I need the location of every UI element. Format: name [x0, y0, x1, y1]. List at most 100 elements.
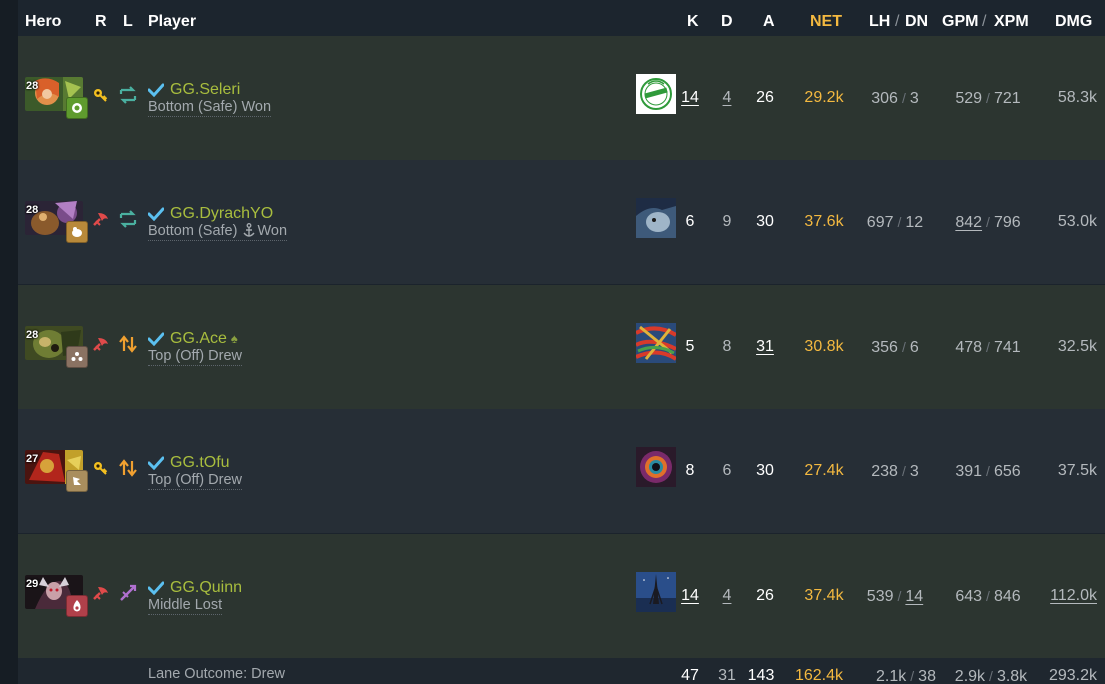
- slash: /: [986, 463, 990, 479]
- mid-lane-icon: [118, 584, 138, 602]
- lane-outcome: Top (Off) Drew: [148, 472, 243, 490]
- player-name-link[interactable]: GG.Ace ♠: [147, 330, 238, 348]
- player-avatar[interactable]: [636, 447, 676, 487]
- player-row: 28 GG.Seleri Bottom (Safe) Won 14 4 26 2…: [18, 36, 1105, 160]
- slash: /: [989, 668, 993, 684]
- player-name[interactable]: GG.tOfu: [170, 454, 230, 472]
- scoreboard-table: Hero R L Player K D A NET LH / DN GPM / …: [18, 0, 1105, 684]
- off-lane-icon: [118, 459, 138, 477]
- player-row: 28 GG.Ace ♠ Top (Off) Drew 5 8 31 30.8k …: [18, 285, 1105, 409]
- header-player[interactable]: Player: [148, 12, 196, 32]
- player-avatar[interactable]: [636, 572, 676, 612]
- safe-lane-icon: [118, 210, 138, 228]
- header-assists[interactable]: A: [763, 12, 775, 32]
- xpm: 796: [993, 214, 1021, 231]
- core-key-icon: [92, 460, 108, 476]
- header-dn[interactable]: DN: [905, 12, 928, 32]
- verified-icon: [147, 456, 165, 471]
- last-hits: 539: [866, 588, 894, 605]
- header-xpm[interactable]: XPM: [994, 12, 1029, 32]
- verified-icon: [147, 581, 165, 596]
- header-lane[interactable]: L: [123, 12, 133, 32]
- assists: 26: [756, 587, 774, 604]
- facet-brown-icon[interactable]: [66, 346, 88, 368]
- header-role[interactable]: R: [95, 12, 107, 32]
- lh-dn: 697/12: [860, 212, 930, 233]
- gpm[interactable]: 842: [955, 214, 982, 231]
- player-name-link[interactable]: GG.DyrachYO: [147, 205, 277, 223]
- total-dn: 38: [918, 668, 936, 684]
- slash: /: [901, 90, 906, 106]
- hero-level: 27: [26, 453, 39, 465]
- player-name[interactable]: GG.Seleri: [170, 81, 240, 99]
- total-deaths: 31: [718, 667, 736, 684]
- lane-result: Won: [257, 223, 288, 239]
- xpm: 741: [993, 339, 1021, 356]
- assists[interactable]: 31: [747, 337, 783, 357]
- header-kills[interactable]: K: [687, 12, 699, 32]
- denies[interactable]: 14: [905, 588, 923, 605]
- slash: /: [901, 463, 906, 479]
- header-deaths[interactable]: D: [721, 12, 733, 32]
- gpm: 391: [955, 463, 983, 480]
- support-icon: [92, 211, 108, 227]
- table-header: Hero R L Player K D A NET LH / DN GPM / …: [18, 0, 1105, 36]
- damage: 53.0k: [1057, 213, 1097, 230]
- slash: /: [986, 339, 990, 355]
- net-worth: 37.4k: [804, 587, 844, 604]
- lane-outcome: Lane Outcome: Drew: [148, 666, 286, 682]
- gpm-xpm: 478/741: [948, 337, 1028, 358]
- total-dmg: 293.2k: [1048, 667, 1097, 684]
- facet-green-icon[interactable]: [66, 97, 88, 119]
- gpm: 643: [955, 588, 983, 605]
- header-lh[interactable]: LH: [869, 12, 890, 32]
- lane-outcome: Bottom (Safe) Won: [148, 99, 272, 117]
- deaths: 6: [722, 462, 732, 479]
- deaths: 8: [722, 338, 732, 355]
- player-name-link[interactable]: GG.tOfu: [147, 454, 234, 472]
- player-name[interactable]: GG.Ace: [170, 330, 227, 348]
- kills[interactable]: 14: [675, 586, 705, 606]
- last-hits: 356: [871, 339, 898, 356]
- lane-outcome: Top (Off) Drew: [148, 348, 243, 366]
- player-avatar[interactable]: [636, 323, 676, 363]
- slash: /: [901, 339, 906, 355]
- player-avatar[interactable]: [636, 74, 676, 114]
- header-net[interactable]: NET: [810, 12, 842, 32]
- support-icon: [92, 585, 108, 601]
- player-avatar[interactable]: [636, 198, 676, 238]
- kills: 5: [685, 338, 695, 355]
- player-name[interactable]: GG.DyrachYO: [170, 205, 273, 223]
- player-name-link[interactable]: GG.Seleri: [147, 81, 244, 99]
- facet-gold-icon[interactable]: [66, 221, 88, 243]
- denies: 12: [905, 214, 924, 231]
- kills: 8: [685, 462, 695, 479]
- left-strip: [0, 0, 18, 684]
- player-name-link[interactable]: GG.Quinn: [147, 579, 246, 597]
- damage[interactable]: 112.0k: [1035, 586, 1097, 606]
- header-dmg[interactable]: DMG: [1055, 12, 1092, 32]
- totals-row: Lane Outcome: Drew 47 31 143 162.4k 2.1k…: [18, 658, 1105, 684]
- slash: /: [897, 214, 902, 230]
- assists: 26: [756, 89, 774, 106]
- lh-dn: 539/14: [860, 586, 930, 607]
- player-name[interactable]: GG.Quinn: [170, 579, 242, 597]
- facet-red-icon[interactable]: [66, 595, 88, 617]
- net-worth: 30.8k: [804, 338, 844, 355]
- kills: 6: [685, 213, 695, 230]
- deaths[interactable]: 4: [712, 586, 742, 606]
- xpm: 846: [993, 588, 1021, 605]
- kills[interactable]: 14: [675, 88, 705, 108]
- damage: 37.5k: [1057, 462, 1097, 479]
- total-xpm: 3.8k: [996, 668, 1028, 684]
- last-hits: 697: [866, 214, 894, 231]
- header-gpm[interactable]: GPM: [942, 12, 978, 32]
- deaths[interactable]: 4: [712, 88, 742, 108]
- header-hero[interactable]: Hero: [25, 12, 61, 32]
- lh-dn: 306/3: [860, 88, 930, 109]
- denies: 3: [909, 90, 919, 107]
- slash: /: [986, 588, 990, 604]
- facet-tan-icon[interactable]: [66, 470, 88, 492]
- gpm-xpm: 643/846: [948, 586, 1028, 607]
- core-key-icon: [92, 87, 108, 103]
